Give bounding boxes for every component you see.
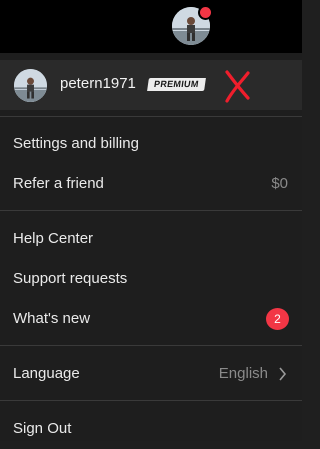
account-menu: petern1971 PREMIUM Settings and billing … xyxy=(0,53,302,441)
whats-new-count-badge: 2 xyxy=(266,308,289,330)
menu-item-label: Support requests xyxy=(13,270,128,287)
menu-item-language[interactable]: Language English xyxy=(0,354,302,394)
menu-item-refer-friend[interactable]: Refer a friend $0 xyxy=(0,164,302,204)
notification-dot xyxy=(198,5,213,20)
menu-item-label: Settings and billing xyxy=(13,135,139,152)
menu-item-help-center[interactable]: Help Center xyxy=(0,219,302,259)
menu-item-label: What's new xyxy=(13,310,91,327)
menu-item-label: Language xyxy=(13,365,80,382)
referral-balance: $0 xyxy=(271,175,288,192)
menu-item-label: Sign Out xyxy=(13,420,72,437)
username: petern1971 xyxy=(60,75,136,92)
menu-item-label: Refer a friend xyxy=(13,175,104,192)
menu-item-label: Help Center xyxy=(13,230,94,247)
menu-item-settings-billing[interactable]: Settings and billing xyxy=(0,124,302,164)
language-value: English xyxy=(218,365,268,382)
chevron-right-icon xyxy=(279,367,287,381)
divider xyxy=(0,345,302,346)
menu-item-whats-new[interactable]: What's new 2 xyxy=(0,299,302,339)
premium-badge: PREMIUM xyxy=(147,78,206,91)
menu-item-sign-out[interactable]: Sign Out xyxy=(0,409,302,449)
profile-row[interactable]: petern1971 PREMIUM xyxy=(0,53,302,110)
divider xyxy=(0,116,302,117)
divider xyxy=(0,210,302,211)
menu-item-support-requests[interactable]: Support requests xyxy=(0,259,302,299)
avatar-photo-icon xyxy=(14,69,47,102)
divider xyxy=(0,400,302,401)
red-x-mark-icon xyxy=(225,70,250,103)
top-bar xyxy=(0,0,302,53)
profile-avatar xyxy=(14,69,47,102)
